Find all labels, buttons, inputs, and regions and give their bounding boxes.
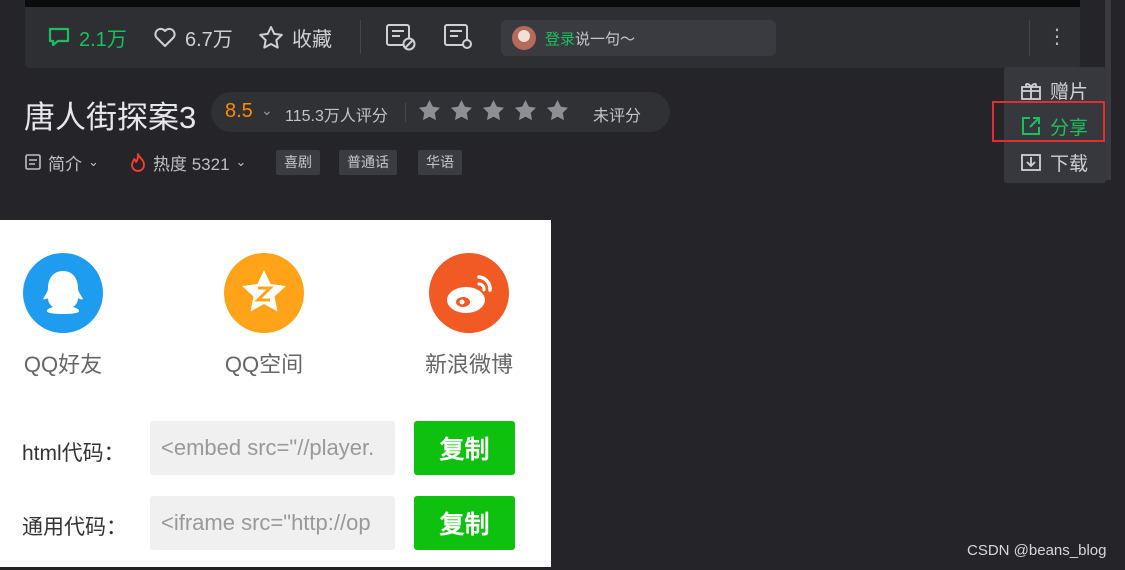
- score[interactable]: 8.5: [225, 100, 253, 123]
- tag[interactable]: 普通话: [339, 150, 397, 175]
- copy-html-button[interactable]: 复制: [414, 421, 515, 475]
- favorite-button[interactable]: 收藏: [258, 24, 332, 51]
- menu-item-label: 赠片: [1050, 81, 1089, 103]
- download-icon: [1021, 154, 1041, 171]
- toolbar-divider: [360, 20, 361, 54]
- danmaku-settings[interactable]: [443, 24, 475, 50]
- more-options-icon[interactable]: ⋮: [1047, 27, 1067, 47]
- menu-item-gift[interactable]: 赠片: [1020, 76, 1088, 104]
- intro-button[interactable]: 简介 ⌄: [24, 150, 99, 174]
- star-icon: [259, 26, 283, 49]
- tag[interactable]: 喜剧: [276, 150, 320, 175]
- chevron-down-icon: ⌄: [88, 154, 99, 169]
- star-icon[interactable]: [514, 99, 537, 121]
- share-panel: QQ好友 QQ空间 新浪微博 html代码： 复制 通用代码： 复制: [0, 220, 551, 567]
- platform-label: QQ好友: [23, 352, 103, 377]
- toolbar-divider: [1029, 20, 1030, 56]
- rating-stars[interactable]: [418, 99, 569, 121]
- login-link[interactable]: 登录: [545, 28, 575, 49]
- weibo-icon: [429, 253, 509, 333]
- platform-label: QQ空间: [224, 352, 304, 377]
- danmaku-toggle[interactable]: [385, 24, 417, 51]
- star-icon[interactable]: [418, 99, 441, 121]
- favorite-label: 收藏: [292, 28, 332, 51]
- rating-count: 115.3万人评分: [285, 108, 388, 125]
- html-code-field[interactable]: [150, 421, 395, 475]
- share-qq-friends[interactable]: QQ好友: [3, 253, 123, 379]
- comment-count: 2.1万: [79, 28, 127, 51]
- page-title: 唐人街探案3: [24, 100, 197, 135]
- copy-generic-button[interactable]: 复制: [414, 496, 515, 550]
- share-weibo[interactable]: 新浪微博: [409, 253, 529, 379]
- tag[interactable]: 华语: [418, 150, 462, 175]
- watermark: CSDN @beans_blog: [967, 542, 1107, 559]
- video-player-edge: [25, 0, 1080, 7]
- platform-label: 新浪微博: [424, 352, 513, 377]
- document-icon: [25, 154, 41, 170]
- chevron-down-icon: ⌄: [235, 154, 247, 169]
- like-button[interactable]: 6.7万: [153, 24, 233, 51]
- unrated-label: 未评分: [593, 108, 642, 125]
- menu-item-download[interactable]: 下载: [1020, 148, 1088, 176]
- flame-icon: [131, 153, 145, 172]
- heart-icon: [154, 27, 176, 47]
- like-count: 6.7万: [185, 28, 233, 51]
- intro-label: 简介: [48, 154, 82, 174]
- heat-label: 热度 5321: [153, 154, 230, 174]
- list-settings-icon: [444, 24, 472, 49]
- rating-bar: 8.5 ⌄ 115.3万人评分 未评分: [211, 92, 670, 132]
- heat-button[interactable]: 热度 5321 ⌄: [129, 150, 246, 174]
- share-qzone[interactable]: QQ空间: [204, 253, 324, 379]
- star-icon[interactable]: [546, 99, 569, 121]
- highlight-box: [992, 101, 1105, 142]
- generic-code-field[interactable]: [150, 496, 395, 550]
- chevron-down-icon[interactable]: ⌄: [261, 102, 273, 119]
- gift-icon: [1021, 83, 1041, 100]
- qzone-icon: [224, 253, 304, 333]
- comment-input[interactable]: 登录 说一句～: [501, 20, 776, 56]
- video-toolbar: 2.1万 6.7万 收藏 登录 说一句～ ⋮: [25, 0, 1080, 68]
- html-code-label: html代码：: [22, 442, 125, 465]
- danmaku-icon: [386, 24, 416, 51]
- generic-code-label: 通用代码：: [22, 516, 127, 539]
- star-icon[interactable]: [482, 99, 505, 121]
- star-icon[interactable]: [450, 99, 473, 121]
- menu-item-label: 下载: [1050, 153, 1089, 175]
- divider: [405, 103, 406, 122]
- avatar: [512, 26, 536, 50]
- qq-icon: [23, 253, 103, 333]
- comment-placeholder: 说一句～: [575, 30, 636, 48]
- comment-icon: [48, 27, 70, 47]
- comment-button[interactable]: 2.1万: [47, 24, 127, 51]
